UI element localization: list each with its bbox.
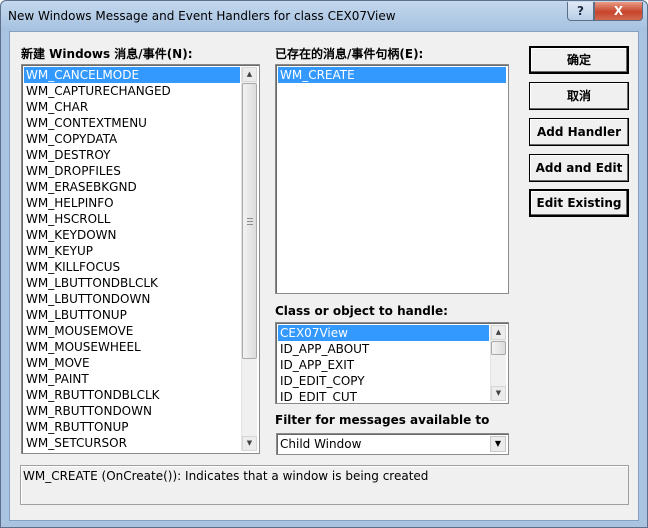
help-button[interactable]: ? xyxy=(567,2,594,21)
list-item[interactable]: WM_CANCELMODE xyxy=(24,67,240,83)
list-item[interactable]: CEX07View xyxy=(278,325,489,341)
list-item[interactable]: ID_APP_EXIT xyxy=(278,357,489,373)
existing-handlers-list[interactable]: WM_CREATE xyxy=(275,64,509,294)
scroll-up-icon: ▲ xyxy=(495,328,502,336)
existing-handlers-items: WM_CREATE xyxy=(278,67,506,83)
scroll-thumb[interactable] xyxy=(491,341,506,355)
dialog-client: 新建 Windows 消息/事件(N): WM_CANCELMODE WM_CAP… xyxy=(9,31,639,521)
add-and-edit-button[interactable]: Add and Edit xyxy=(529,154,629,182)
chevron-down-icon: ▼ xyxy=(494,439,502,448)
scroll-up-icon: ▲ xyxy=(246,70,253,78)
grip-line xyxy=(247,224,253,225)
list-item[interactable]: WM_RBUTTONDBLCLK xyxy=(24,387,240,403)
add-handler-button[interactable]: Add Handler xyxy=(529,118,629,146)
list-item[interactable]: WM_COPYDATA xyxy=(24,131,240,147)
new-messages-items: WM_CANCELMODE WM_CAPTURECHANGED WM_CHAR WM_… xyxy=(24,67,240,451)
list-item[interactable]: WM_HELPINFO xyxy=(24,195,240,211)
filter-combobox[interactable]: Child Window ▼ xyxy=(276,433,509,455)
new-messages-label: 新建 Windows 消息/事件(N): xyxy=(21,47,193,61)
help-icon: ? xyxy=(577,4,584,18)
close-icon: X xyxy=(613,4,624,18)
list-item[interactable]: WM_PAINT xyxy=(24,371,240,387)
cancel-button[interactable]: 取消 xyxy=(529,82,629,110)
title-bar[interactable]: New Windows Message and Event Handlers f… xyxy=(1,1,647,31)
class-objects-label: Class or object to handle: xyxy=(275,304,448,318)
list-item[interactable]: WM_RBUTTONUP xyxy=(24,419,240,435)
list-item[interactable]: WM_ERASEBKGND xyxy=(24,179,240,195)
list-item[interactable]: WM_KEYUP xyxy=(24,243,240,259)
list-item[interactable]: ID_EDIT_COPY xyxy=(278,373,489,389)
scroll-up-button[interactable]: ▲ xyxy=(491,325,506,340)
scroll-down-button[interactable]: ▼ xyxy=(491,386,506,401)
list-item[interactable]: WM_CAPTURECHANGED xyxy=(24,83,240,99)
new-messages-scrollbar[interactable]: ▲ ▼ xyxy=(241,67,257,451)
list-item[interactable]: WM_MOUSEMOVE xyxy=(24,323,240,339)
grip-line xyxy=(247,221,253,222)
description-panel: WM_CREATE (OnCreate()): Indicates that a… xyxy=(20,465,629,505)
list-item[interactable]: WM_CREATE xyxy=(278,67,506,83)
ok-button[interactable]: 确定 xyxy=(529,46,629,74)
list-item[interactable]: WM_LBUTTONDOWN xyxy=(24,291,240,307)
list-item[interactable]: WM_SETCURSOR xyxy=(24,435,240,451)
filter-label: Filter for messages available to xyxy=(275,413,490,427)
filter-dropdown-button[interactable]: ▼ xyxy=(490,436,506,452)
class-objects-scrollbar[interactable]: ▲ ▼ xyxy=(490,325,506,401)
list-item[interactable]: WM_LBUTTONDBLCLK xyxy=(24,275,240,291)
scroll-thumb[interactable] xyxy=(242,83,257,359)
list-item[interactable]: WM_KILLFOCUS xyxy=(24,259,240,275)
dialog-window: New Windows Message and Event Handlers f… xyxy=(0,0,648,528)
list-item[interactable]: WM_CONTEXTMENU xyxy=(24,115,240,131)
scroll-up-button[interactable]: ▲ xyxy=(242,67,257,82)
new-messages-list[interactable]: WM_CANCELMODE WM_CAPTURECHANGED WM_CHAR WM_… xyxy=(21,64,260,454)
list-item[interactable]: WM_LBUTTONUP xyxy=(24,307,240,323)
edit-existing-button[interactable]: Edit Existing xyxy=(529,189,629,217)
list-item[interactable]: WM_KEYDOWN xyxy=(24,227,240,243)
filter-value: Child Window xyxy=(280,437,362,451)
list-item[interactable]: WM_RBUTTONDOWN xyxy=(24,403,240,419)
class-objects-list[interactable]: CEX07View ID_APP_ABOUT ID_APP_EXIT ID_EDIT_… xyxy=(275,322,509,404)
scroll-down-icon: ▼ xyxy=(495,389,502,397)
window-title: New Windows Message and Event Handlers f… xyxy=(8,9,396,23)
existing-handlers-label: 已存在的消息/事件句柄(E): xyxy=(275,47,424,61)
scroll-down-icon: ▼ xyxy=(246,439,253,447)
class-objects-items: CEX07View ID_APP_ABOUT ID_APP_EXIT ID_EDIT_… xyxy=(278,325,489,403)
list-item[interactable]: ID_APP_ABOUT xyxy=(278,341,489,357)
list-item[interactable]: WM_DESTROY xyxy=(24,147,240,163)
grip-line xyxy=(247,218,253,219)
description-text: WM_CREATE (OnCreate()): Indicates that a… xyxy=(23,469,429,483)
close-button[interactable]: X xyxy=(594,2,643,21)
list-item[interactable]: WM_CHAR xyxy=(24,99,240,115)
list-item[interactable]: ID_EDIT_CUT xyxy=(278,389,489,403)
list-item[interactable]: WM_MOUSEWHEEL xyxy=(24,339,240,355)
scroll-down-button[interactable]: ▼ xyxy=(242,436,257,451)
list-item[interactable]: WM_HSCROLL xyxy=(24,211,240,227)
list-item[interactable]: WM_DROPFILES xyxy=(24,163,240,179)
list-item[interactable]: WM_MOVE xyxy=(24,355,240,371)
